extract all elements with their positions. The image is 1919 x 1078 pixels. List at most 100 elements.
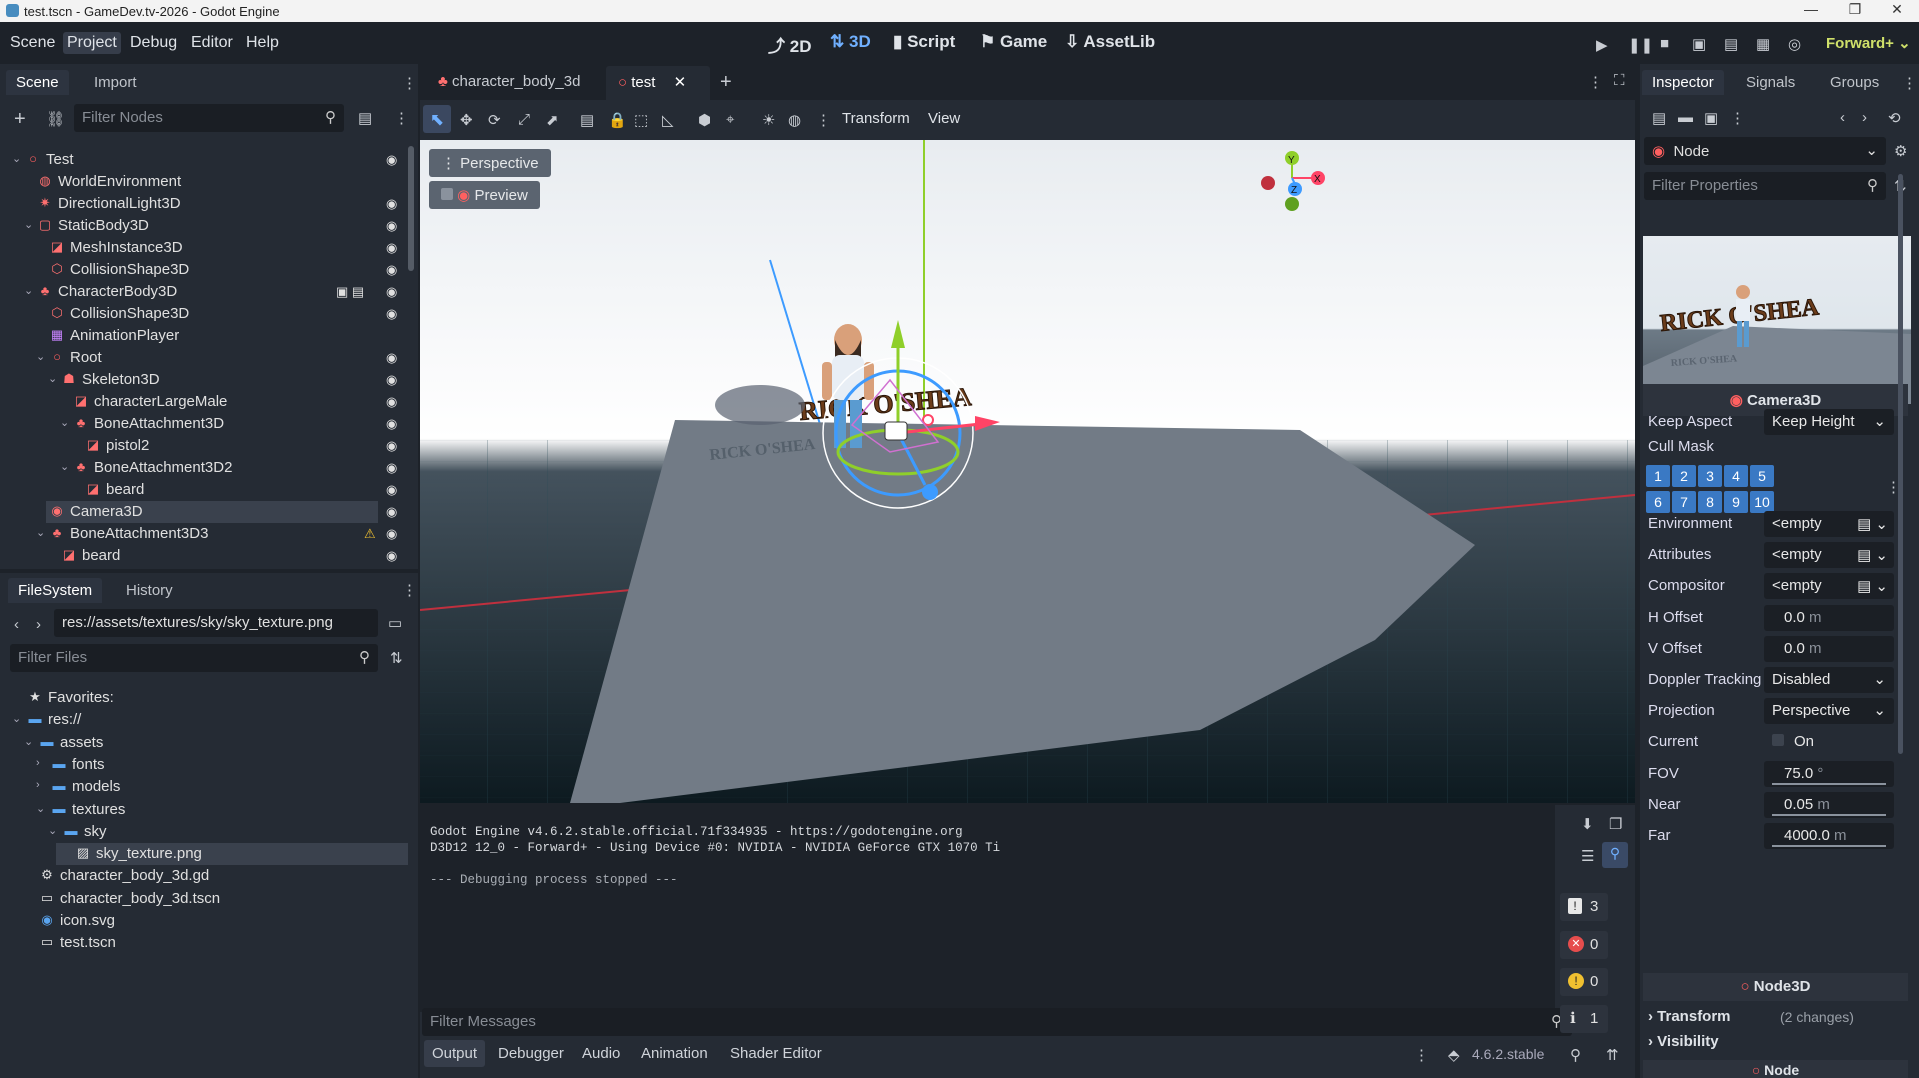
cull-layer-4[interactable]: 4 [1724,465,1748,487]
scene-node[interactable]: ⌄ ○ Test ◉ [0,149,400,171]
add-node-icon[interactable]: + [14,108,26,131]
save-resource-icon[interactable]: ▣ [1704,109,1718,127]
tab-animation[interactable]: Animation [633,1040,716,1067]
cull-layer-1[interactable]: 1 [1646,465,1670,487]
rotate-mode-icon[interactable]: ⟳ [488,111,501,129]
view-menu[interactable]: View [928,110,960,127]
file-item[interactable]: ▨ sky_texture.png [56,843,408,866]
select-mode-icon[interactable]: ⬉ [423,105,451,133]
scene-node[interactable]: ⬡ CollisionShape3D ◉ [0,303,400,325]
slider-track[interactable] [1772,782,1886,785]
close-tab-icon[interactable]: ✕ [674,74,687,91]
visibility-eye-icon[interactable]: ◉ [386,526,397,542]
prop-value[interactable]: 0.0 m [1764,635,1894,662]
preview-toggle[interactable]: ◉ Preview [429,181,540,209]
cull-layer-3[interactable]: 3 [1698,465,1722,487]
distraction-free-icon[interactable]: ⛶ [1614,72,1625,89]
file-item[interactable]: › ▬ models [0,776,400,798]
play-scene-icon[interactable]: ▤ [1724,35,1738,53]
resource-picker-icon[interactable]: ▤ ⌄ [1857,577,1888,595]
file-item[interactable]: ▭ test.tscn [0,932,400,954]
expand-arrow-icon[interactable]: ⌄ [36,350,45,363]
transform-menu[interactable]: Transform [842,110,910,127]
messages-count-badge[interactable]: ! 3 [1560,893,1608,921]
tab-character-body-3d[interactable]: ♣ character_body_3d [428,66,600,100]
mode-assetlib-button[interactable]: ⇩ AssetLib [1065,32,1155,52]
open-resource-icon[interactable]: ▬ [1678,109,1693,126]
renderer-select[interactable]: Forward+ ⌄ [1826,34,1911,52]
expand-arrow-icon[interactable]: ⌄ [60,416,69,429]
maximize-button[interactable]: ❐ [1833,1,1877,21]
clear-output-icon[interactable]: ⬇ [1581,815,1594,833]
expand-arrow-icon[interactable]: ⌄ [24,735,33,748]
resource-picker-icon[interactable]: ▤ ⌄ [1857,546,1888,564]
scale-mode-icon[interactable]: ⤢ [518,111,530,128]
local-space-icon[interactable]: ⬢ [698,111,711,129]
scene-node[interactable]: ◪ pistol2 ◉ [0,435,400,457]
split-mode-icon[interactable]: ▭ [388,614,402,632]
prop-value[interactable]: 4000.0 m [1764,823,1894,849]
group-transform[interactable]: › Transform [1648,1008,1731,1025]
scene-node[interactable]: ⌄ ♣ BoneAttachment3D3 ⚠ ◉ [0,523,400,545]
attach-script-icon[interactable]: ▤ [358,109,372,127]
tab-audio[interactable]: Audio [574,1040,628,1067]
instance-scene-icon[interactable]: ⛓ [46,110,65,128]
list-select-icon[interactable]: ⬈ [546,111,559,129]
expand-arrow-icon[interactable]: ⌄ [36,802,45,815]
history-icon[interactable]: ⟲ [1888,109,1901,127]
visibility-eye-icon[interactable]: ◉ [386,416,397,432]
warnings-count-badge[interactable]: ! 0 [1560,968,1608,996]
expand-arrow-icon[interactable]: ⌄ [12,712,21,725]
visibility-eye-icon[interactable]: ◉ [386,350,397,366]
scene-node[interactable]: ◪ beard ◉ [0,479,400,501]
expand-arrow-icon[interactable]: ⌄ [48,824,57,837]
expand-arrow-icon[interactable]: › [36,779,40,791]
scene-node[interactable]: ◍ WorldEnvironment [0,171,400,193]
ruler-icon[interactable]: ◺ [662,111,674,129]
scene-menu-icon[interactable]: ⋮ [394,109,409,127]
visibility-eye-icon[interactable]: ◉ [386,240,397,256]
mode-game-button[interactable]: ⚑ Game [980,32,1047,52]
resource-menu-icon[interactable]: ⋮ [1730,109,1745,127]
visibility-eye-icon[interactable]: ◉ [386,284,397,300]
file-item[interactable]: ◉ icon.svg [0,910,400,932]
file-item[interactable]: ⌄ ▬ res:// [0,709,400,731]
expand-panel-icon[interactable]: ⇈ [1606,1046,1619,1064]
scene-node[interactable]: ⌄ ♣ BoneAttachment3D ◉ [0,413,400,435]
visibility-eye-icon[interactable]: ◉ [386,262,397,278]
prop-value[interactable]: Disabled ⌄ [1764,667,1894,693]
expand-arrow-icon[interactable]: ⌄ [24,284,33,297]
scene-node[interactable]: ⌄ ☗ Skeleton3D ◉ [0,369,400,391]
checkbox-icon[interactable] [1772,734,1784,747]
expand-arrow-icon[interactable]: ⌄ [36,526,45,539]
remote-debug-icon[interactable]: ▣ [1692,35,1706,53]
new-tab-icon[interactable]: + [720,71,732,94]
file-item[interactable]: ⚙ character_body_3d.gd [0,865,400,887]
tab-debugger[interactable]: Debugger [490,1040,572,1067]
copy-output-icon[interactable]: ❐ [1609,815,1622,833]
snap-icon[interactable]: ▤ [580,111,594,129]
visibility-eye-icon[interactable]: ◉ [386,306,397,322]
fs-menu-icon[interactable]: ⋮ [402,581,417,599]
prop-value[interactable]: 0.05 m [1764,791,1894,818]
cull-layer-2[interactable]: 2 [1672,465,1696,487]
scene-node[interactable]: ⌄ ○ Root ◉ [0,347,400,369]
menu-editor[interactable]: Editor [187,32,237,54]
filter-properties-input[interactable]: Filter Properties ⚲ [1644,172,1886,200]
scene-node[interactable]: ◪ MeshInstance3D ◉ [0,237,400,259]
version-label[interactable]: 4.6.2.stable [1472,1046,1544,1062]
menu-project[interactable]: Project [63,32,121,54]
scene-node[interactable]: ⌄ ♣ BoneAttachment3D2 ◉ [0,457,400,479]
collapse-icon[interactable]: ☰ [1581,847,1594,865]
scene-node[interactable]: ✷ DirectionalLight3D ◉ [0,193,400,215]
group-visibility[interactable]: › Visibility [1648,1033,1719,1050]
group-icon[interactable]: ⬚ [634,111,648,129]
tab-test[interactable]: ○ test ✕ [606,66,710,100]
path-field[interactable]: res://assets/textures/sky/sky_texture.pn… [54,609,378,637]
dock-menu-icon[interactable]: ⋮ [402,74,417,92]
history-forward-icon[interactable]: › [1862,109,1867,126]
filter-files-input[interactable]: Filter Files ⚲ [10,644,378,672]
expand-arrow-icon[interactable]: ⌄ [24,218,33,231]
file-item[interactable]: ▭ character_body_3d.tscn [0,888,400,910]
prop-value[interactable]: Perspective ⌄ [1764,698,1894,725]
